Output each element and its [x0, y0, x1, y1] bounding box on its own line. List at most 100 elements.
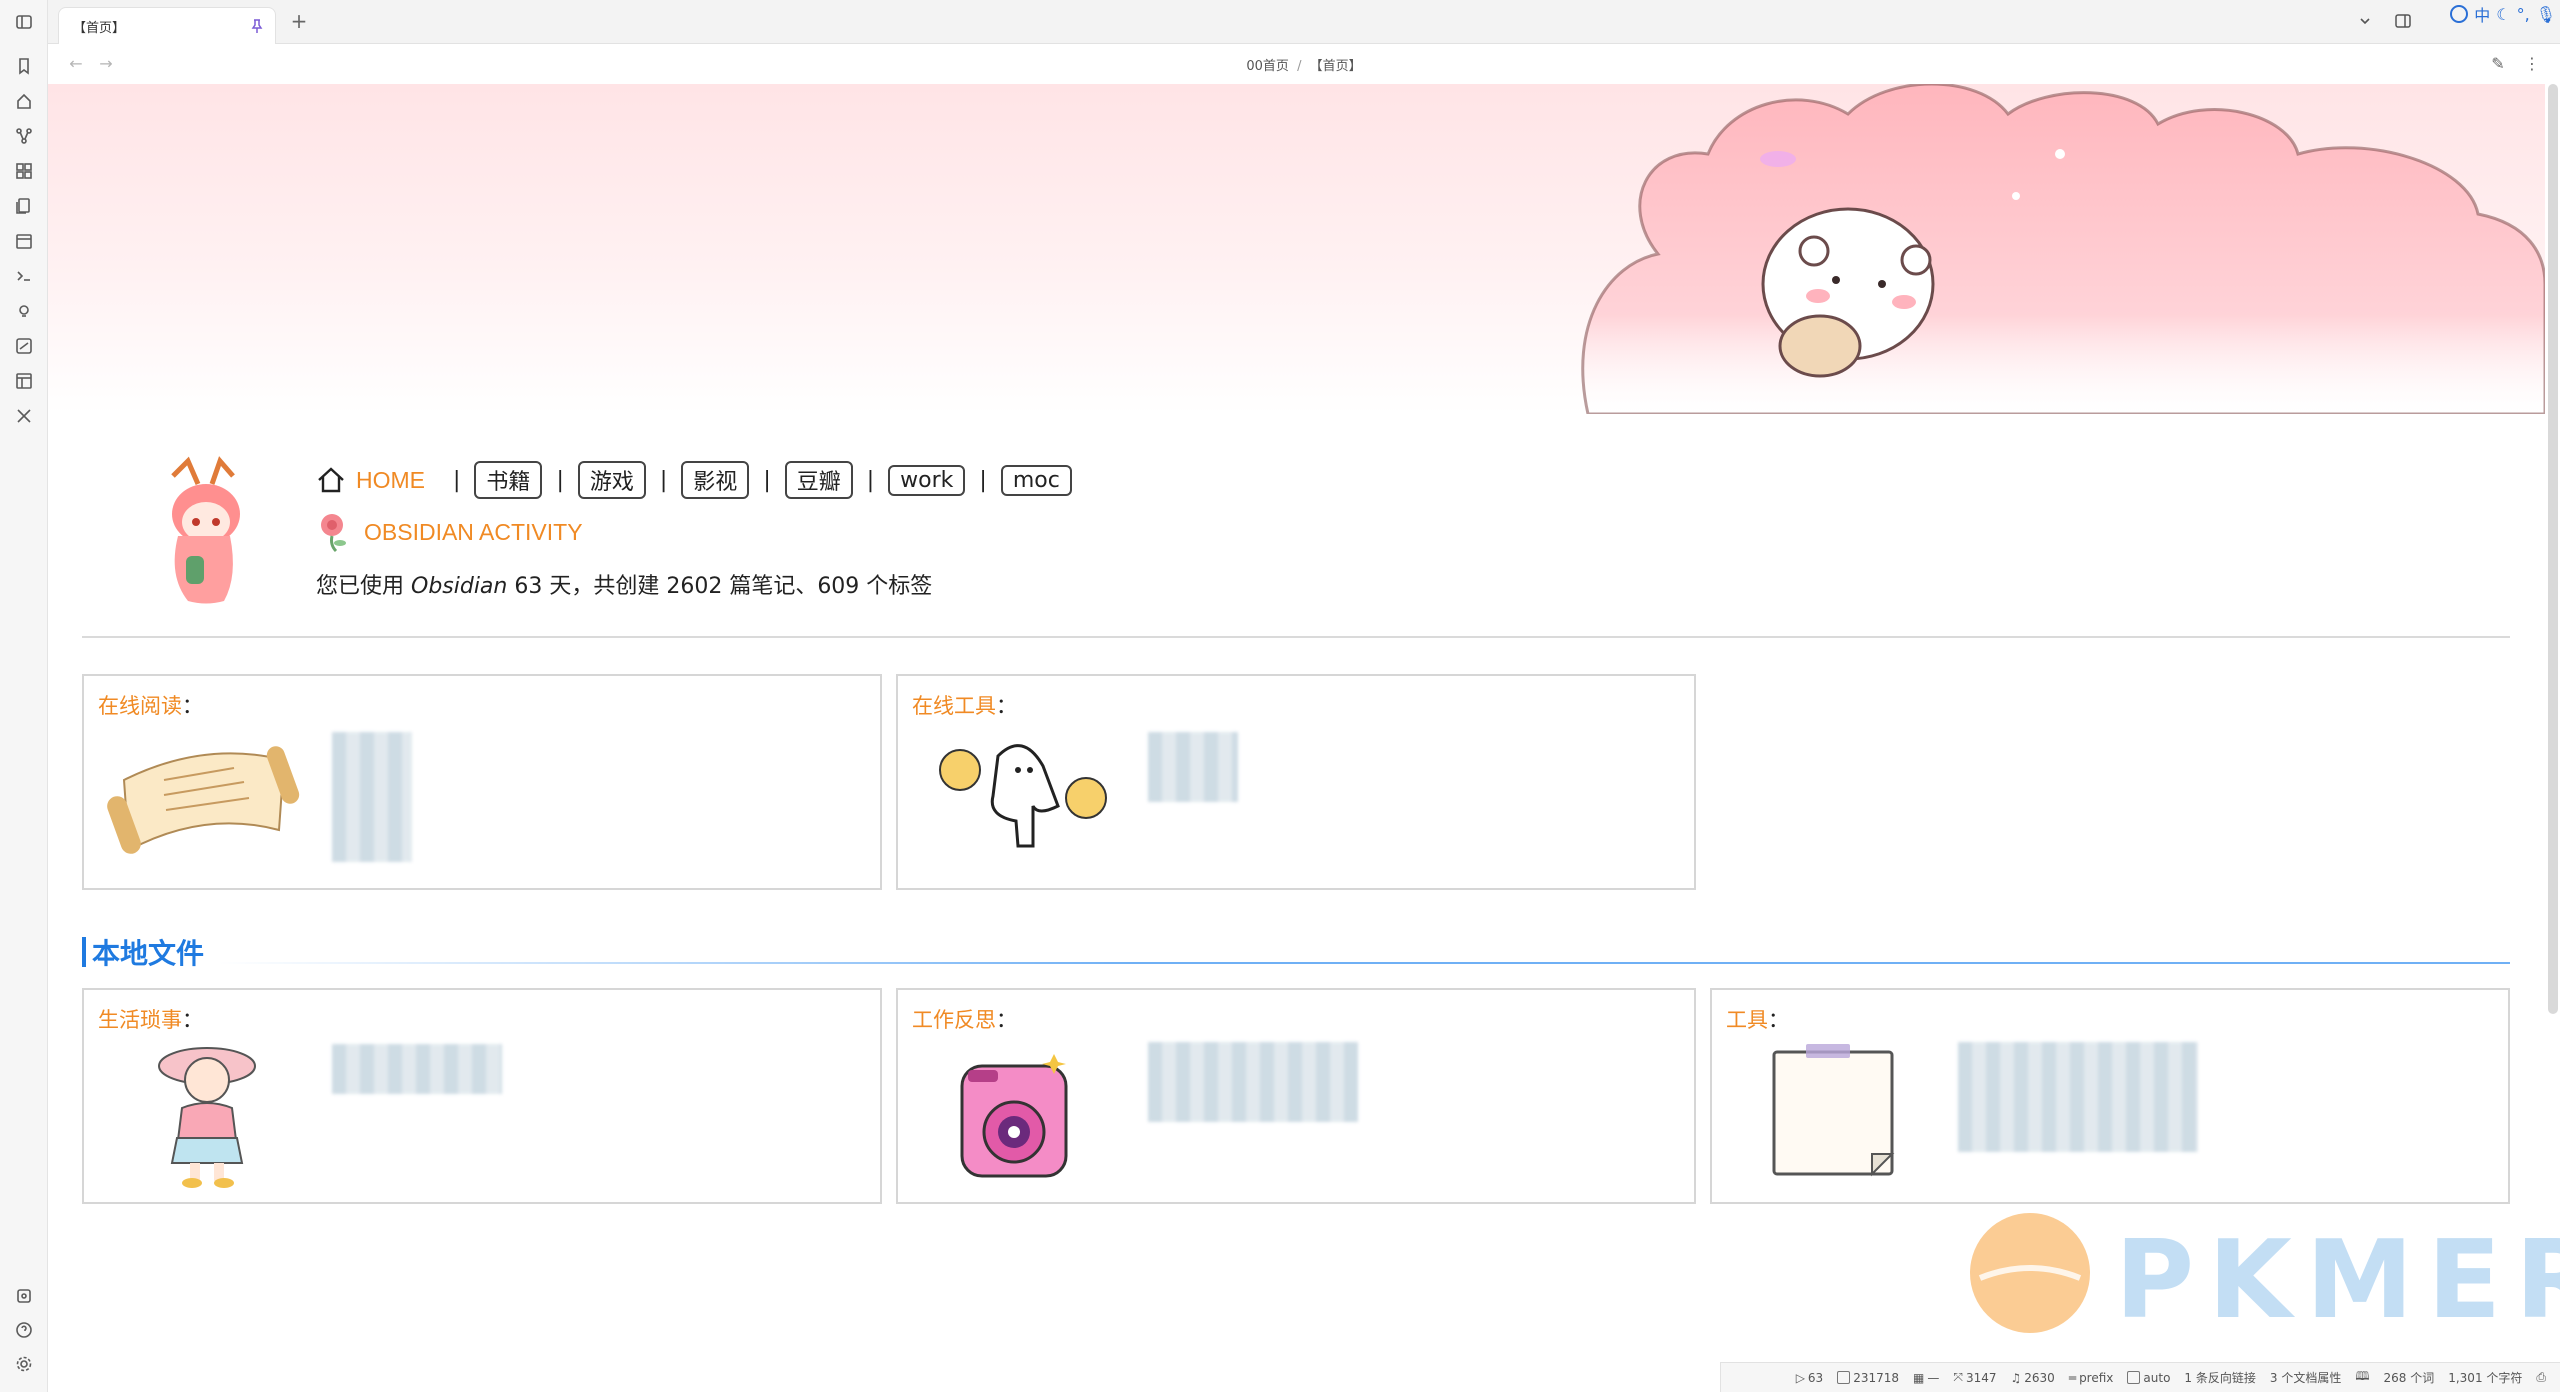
punctuation-icon[interactable]: °,	[2517, 5, 2530, 24]
breadcrumb: 00首页 / 【首页】	[48, 55, 2560, 74]
card-daily-life: 生活琐事：	[82, 988, 882, 1204]
pink-camera-illustration	[960, 1054, 1068, 1178]
status-word-count: 268 个词	[2383, 1371, 2435, 1385]
pin-icon[interactable]	[249, 18, 265, 34]
ghost-cheerleader-illustration	[939, 744, 1107, 848]
activity-header: OBSIDIAN ACTIVITY	[316, 514, 583, 553]
breadcrumb-folder[interactable]: 00首页	[1246, 59, 1289, 74]
view-header: ← → 00首页 / 【首页】 ✎ ⋮	[48, 44, 2560, 84]
graph-icon[interactable]	[12, 124, 36, 148]
status-notes[interactable]: ♫ 2630	[2011, 1371, 2055, 1385]
template-icon[interactable]	[12, 369, 36, 393]
tab-list-chevron-icon[interactable]	[2358, 10, 2372, 32]
canvas-icon[interactable]	[12, 159, 36, 183]
terminal-icon[interactable]	[12, 264, 36, 288]
blurred-link-list[interactable]	[1148, 732, 1238, 802]
tab-home[interactable]: 【首页】	[58, 7, 276, 44]
nav-separator: |	[866, 467, 875, 493]
tab-title: 【首页】	[73, 20, 126, 36]
ime-mode[interactable]: 中	[2474, 2, 2490, 26]
card-title: 在线工具：	[912, 694, 1017, 718]
blurred-link-list[interactable]	[1958, 1042, 2198, 1152]
new-tab-icon[interactable]: +	[288, 10, 310, 32]
note-content: HOME | 书籍 | 游戏 | 影视 | 豆瓣 | work | moc OB…	[48, 84, 2545, 1392]
microphone-icon[interactable]: 🎙	[2536, 5, 2556, 24]
card-work-reflection: 工作反思：	[896, 988, 1696, 1204]
calendar-icon[interactable]	[12, 229, 36, 253]
ime-toolbar: 中 ☾ °, 🎙	[2450, 2, 2556, 26]
status-chart[interactable]: ▦ —	[1913, 1371, 1939, 1385]
tools-icon[interactable]	[12, 404, 36, 428]
nav-separator: |	[453, 467, 461, 493]
toggle-sidebar-icon[interactable]	[12, 10, 36, 34]
nav-separator: |	[979, 467, 987, 493]
status-word-total[interactable]: 231718	[1837, 1371, 1899, 1385]
nav-link-movies[interactable]: 影视	[681, 461, 750, 499]
status-backlinks[interactable]: 1 条反向链接	[2184, 1369, 2255, 1386]
bear-cloud-illustration	[1581, 84, 2545, 414]
status-properties[interactable]: 3 个文档属性	[2270, 1369, 2341, 1386]
right-sidebar-toggle-icon[interactable]	[2394, 10, 2412, 32]
girl-hat-illustration	[158, 1047, 256, 1188]
section-heading-local-files: 本地文件	[82, 932, 204, 972]
card-online-reading: 在线阅读：	[82, 674, 882, 890]
settings-gear-icon[interactable]	[12, 1352, 36, 1376]
blurred-link-list[interactable]	[332, 1044, 502, 1094]
activity-label[interactable]: OBSIDIAN ACTIVITY	[364, 519, 583, 546]
left-ribbon	[0, 0, 48, 1392]
ime-logo-icon[interactable]	[2450, 5, 2469, 23]
tab-bar: 【首页】 + 中 ☾ °, 🎙	[48, 0, 2560, 44]
status-link-icon: ⤧	[1953, 1370, 1963, 1384]
vault-icon[interactable]	[12, 1284, 36, 1308]
status-keyboard-icon	[2127, 1371, 2141, 1384]
moon-icon[interactable]: ☾	[2496, 5, 2510, 24]
status-music-icon: ♫	[2010, 1370, 2022, 1385]
status-links[interactable]: ⤧ 3147	[1953, 1370, 1996, 1385]
nav-link-games[interactable]: 游戏	[577, 461, 646, 499]
nav-link-work[interactable]: work	[888, 464, 966, 496]
dragon-girl-avatar	[171, 456, 240, 604]
header-banner	[48, 84, 2545, 414]
bookmark-icon[interactable]	[12, 54, 36, 78]
blurred-link-list[interactable]	[1148, 1042, 1358, 1122]
lightbulb-icon[interactable]	[12, 299, 36, 323]
breadcrumb-file[interactable]: 【首页】	[1310, 59, 1362, 74]
stats-suffix: 63 天，共创建 2602 篇笔记、609 个标签	[507, 574, 933, 599]
help-icon[interactable]	[12, 1318, 36, 1342]
card-title: 工具：	[1726, 1008, 1789, 1032]
home-link[interactable]: HOME	[356, 467, 425, 494]
watermark-text: PKMER	[2115, 1218, 2560, 1343]
edit-pencil-icon[interactable]: ✎	[2488, 54, 2508, 74]
section-title: 本地文件	[92, 937, 205, 970]
status-char-count: 1,301 个字符	[2448, 1371, 2523, 1385]
heading-bar	[82, 937, 86, 967]
nav-link-moc[interactable]: moc	[1000, 464, 1072, 496]
excalidraw-icon[interactable]	[12, 334, 36, 358]
vertical-scrollbar[interactable]	[2548, 84, 2558, 1014]
home-icon[interactable]	[12, 89, 36, 113]
nav-link-books[interactable]: 书籍	[474, 461, 543, 499]
breadcrumb-separator: /	[1297, 59, 1302, 74]
usage-stats: 您已使用 Obsidian 63 天，共创建 2602 篇笔记、609 个标签	[316, 568, 932, 600]
status-reading-view[interactable]: 🕮	[2355, 1367, 2369, 1388]
status-grid-icon	[1837, 1371, 1851, 1384]
card-title: 在线阅读：	[98, 694, 203, 718]
blurred-link-list[interactable]	[332, 732, 412, 862]
book-icon: 🕮	[2355, 1369, 2370, 1383]
status-lock-icon[interactable]: ⎙	[2536, 1370, 2546, 1385]
rose-icon	[321, 514, 346, 553]
nav-separator: |	[556, 467, 564, 493]
status-arrow-icon: ▷	[1795, 1370, 1805, 1385]
status-auto[interactable]: auto	[2127, 1371, 2170, 1385]
status-backlink-count[interactable]: ▷ 63	[1796, 1371, 1824, 1385]
nav-separator: |	[763, 467, 771, 493]
status-prefix[interactable]: ═ prefix	[2069, 1371, 2114, 1385]
more-options-icon[interactable]: ⋮	[2522, 54, 2542, 74]
divider	[82, 636, 2510, 638]
scroll-illustration	[107, 746, 300, 854]
card-tools: 工具：	[1710, 988, 2510, 1204]
notepad-illustration	[1772, 1044, 1895, 1177]
files-icon[interactable]	[12, 194, 36, 218]
nav-separator: |	[659, 467, 668, 493]
nav-link-douban[interactable]: 豆瓣	[784, 461, 853, 499]
